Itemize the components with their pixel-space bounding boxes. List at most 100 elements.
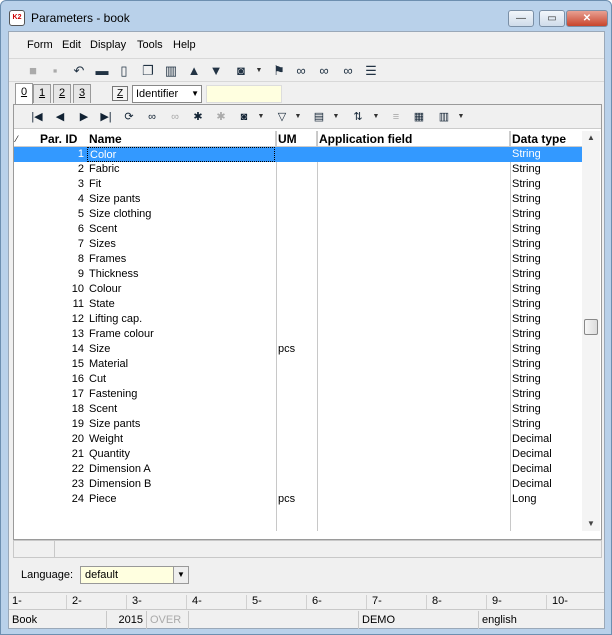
cell-um[interactable] <box>276 417 316 432</box>
fkey-5[interactable]: 5- <box>249 595 307 609</box>
chevron-down-icon[interactable]: ▼ <box>173 567 188 583</box>
table-row[interactable]: 7 Sizes String <box>14 237 582 252</box>
cell-name[interactable]: Size clothing <box>87 207 275 222</box>
language-select[interactable]: default ▼ <box>80 566 189 584</box>
title-bar[interactable]: K2 Parameters - book — ▭ ✕ <box>1 1 611 31</box>
col-header-um[interactable]: UM <box>276 131 317 147</box>
copy-icon[interactable]: ❐ <box>139 62 157 80</box>
cell-um[interactable] <box>276 252 316 267</box>
tab-1[interactable]: 1 <box>33 84 51 103</box>
camera-dropdown-icon[interactable]: ▼ <box>257 108 265 126</box>
cell-application-field[interactable] <box>317 432 509 447</box>
binoculars-next-icon[interactable]: ∞ <box>315 62 333 80</box>
z-button[interactable]: Z <box>112 86 128 101</box>
cell-name[interactable]: Frame colour <box>87 327 275 342</box>
cell-application-field[interactable] <box>317 267 509 282</box>
scroll-thumb[interactable] <box>584 319 598 335</box>
cell-application-field[interactable] <box>317 192 509 207</box>
cell-data-type[interactable]: String <box>510 267 582 282</box>
cell-name[interactable]: Color <box>87 147 275 162</box>
table-row[interactable]: 12 Lifting cap. String <box>14 312 582 327</box>
prev-record-button[interactable]: ◀ <box>51 108 69 126</box>
columns-dropdown-icon[interactable]: ▼ <box>332 108 340 126</box>
cell-um[interactable] <box>276 447 316 462</box>
fkey-1[interactable]: 1- <box>9 595 67 609</box>
cell-um[interactable] <box>276 387 316 402</box>
table-row[interactable]: 20 Weight Decimal <box>14 432 582 447</box>
cell-application-field[interactable] <box>317 417 509 432</box>
open-folder-icon[interactable]: ▬ <box>93 62 111 80</box>
tree-icon[interactable]: ≡ <box>387 108 405 126</box>
binoculars-icon[interactable]: ∞ <box>292 62 310 80</box>
book-icon[interactable]: ▥ <box>162 62 180 80</box>
table-row[interactable]: 24 Piece pcs Long <box>14 492 582 507</box>
fkey-3[interactable]: 3- <box>129 595 187 609</box>
menu-lines-icon[interactable]: ☰ <box>362 62 380 80</box>
cell-name[interactable]: Scent <box>87 402 275 417</box>
cell-name[interactable]: Dimension A <box>87 462 275 477</box>
first-record-button[interactable]: |◀ <box>28 108 46 126</box>
cell-data-type[interactable]: String <box>510 237 582 252</box>
identifier-search-input[interactable] <box>206 85 282 103</box>
cell-data-type[interactable]: String <box>510 222 582 237</box>
cell-name[interactable]: Scent <box>87 222 275 237</box>
cell-application-field[interactable] <box>317 177 509 192</box>
menu-help[interactable]: Help <box>173 39 196 51</box>
tab-0[interactable]: 0 <box>15 83 33 104</box>
cell-um[interactable] <box>276 477 316 492</box>
cell-par-id[interactable]: 24 <box>16 492 84 507</box>
cell-name[interactable]: Dimension B <box>87 477 275 492</box>
binoculars-icon[interactable]: ∞ <box>143 108 161 126</box>
cell-name[interactable]: Lifting cap. <box>87 312 275 327</box>
binoculars-disabled-icon[interactable]: ∞ <box>166 108 184 126</box>
table-row[interactable]: 5 Size clothing String <box>14 207 582 222</box>
cell-um[interactable] <box>276 312 316 327</box>
cell-name[interactable]: Colour <box>87 282 275 297</box>
cell-data-type[interactable]: String <box>510 162 582 177</box>
filter-dropdown-icon[interactable]: ▼ <box>294 108 302 126</box>
identifier-select[interactable]: Identifier ▼ <box>132 85 202 103</box>
fkey-2[interactable]: 2- <box>69 595 127 609</box>
table-row[interactable]: 17 Fastening String <box>14 387 582 402</box>
cell-par-id[interactable]: 13 <box>16 327 84 342</box>
col-header-name[interactable]: Name <box>87 131 276 147</box>
save-icon[interactable]: ■ <box>24 62 42 80</box>
cell-application-field[interactable] <box>317 492 509 507</box>
cell-application-field[interactable] <box>317 282 509 297</box>
export-icon[interactable]: ▦ <box>410 108 428 126</box>
next-record-button[interactable]: ▶ <box>75 108 93 126</box>
col-header-id[interactable]: Par. ID <box>38 131 87 147</box>
cell-application-field[interactable] <box>317 297 509 312</box>
cell-data-type[interactable]: String <box>510 312 582 327</box>
cell-par-id[interactable]: 19 <box>16 417 84 432</box>
cell-application-field[interactable] <box>317 237 509 252</box>
menu-display[interactable]: Display <box>90 39 126 51</box>
cell-name[interactable]: Size pants <box>87 192 275 207</box>
table-row[interactable]: 9 Thickness String <box>14 267 582 282</box>
cell-par-id[interactable]: 12 <box>16 312 84 327</box>
table-row[interactable]: 22 Dimension A Decimal <box>14 462 582 477</box>
sort-icon[interactable]: ⇅ <box>349 108 367 126</box>
cell-data-type[interactable]: String <box>510 147 582 162</box>
cell-data-type[interactable]: String <box>510 342 582 357</box>
fkey-4[interactable]: 4- <box>189 595 247 609</box>
cell-name[interactable]: State <box>87 297 275 312</box>
table-row[interactable]: 18 Scent String <box>14 402 582 417</box>
cell-par-id[interactable]: 23 <box>16 477 84 492</box>
vertical-scrollbar[interactable]: ▲ ▼ <box>582 131 600 531</box>
cell-data-type[interactable]: String <box>510 282 582 297</box>
table-row[interactable]: 6 Scent String <box>14 222 582 237</box>
table-row[interactable]: 1 Color String <box>14 147 582 162</box>
cell-par-id[interactable]: 8 <box>16 252 84 267</box>
report-dropdown-icon[interactable]: ▼ <box>457 108 465 126</box>
cell-application-field[interactable] <box>317 447 509 462</box>
cell-data-type[interactable]: Decimal <box>510 447 582 462</box>
cell-application-field[interactable] <box>317 357 509 372</box>
cell-um[interactable] <box>276 162 316 177</box>
table-row[interactable]: 16 Cut String <box>14 372 582 387</box>
filter-icon[interactable]: ⚑ <box>270 62 288 80</box>
cell-name[interactable]: Fabric <box>87 162 275 177</box>
cell-par-id[interactable]: 20 <box>16 432 84 447</box>
cell-par-id[interactable]: 21 <box>16 447 84 462</box>
cell-application-field[interactable] <box>317 477 509 492</box>
